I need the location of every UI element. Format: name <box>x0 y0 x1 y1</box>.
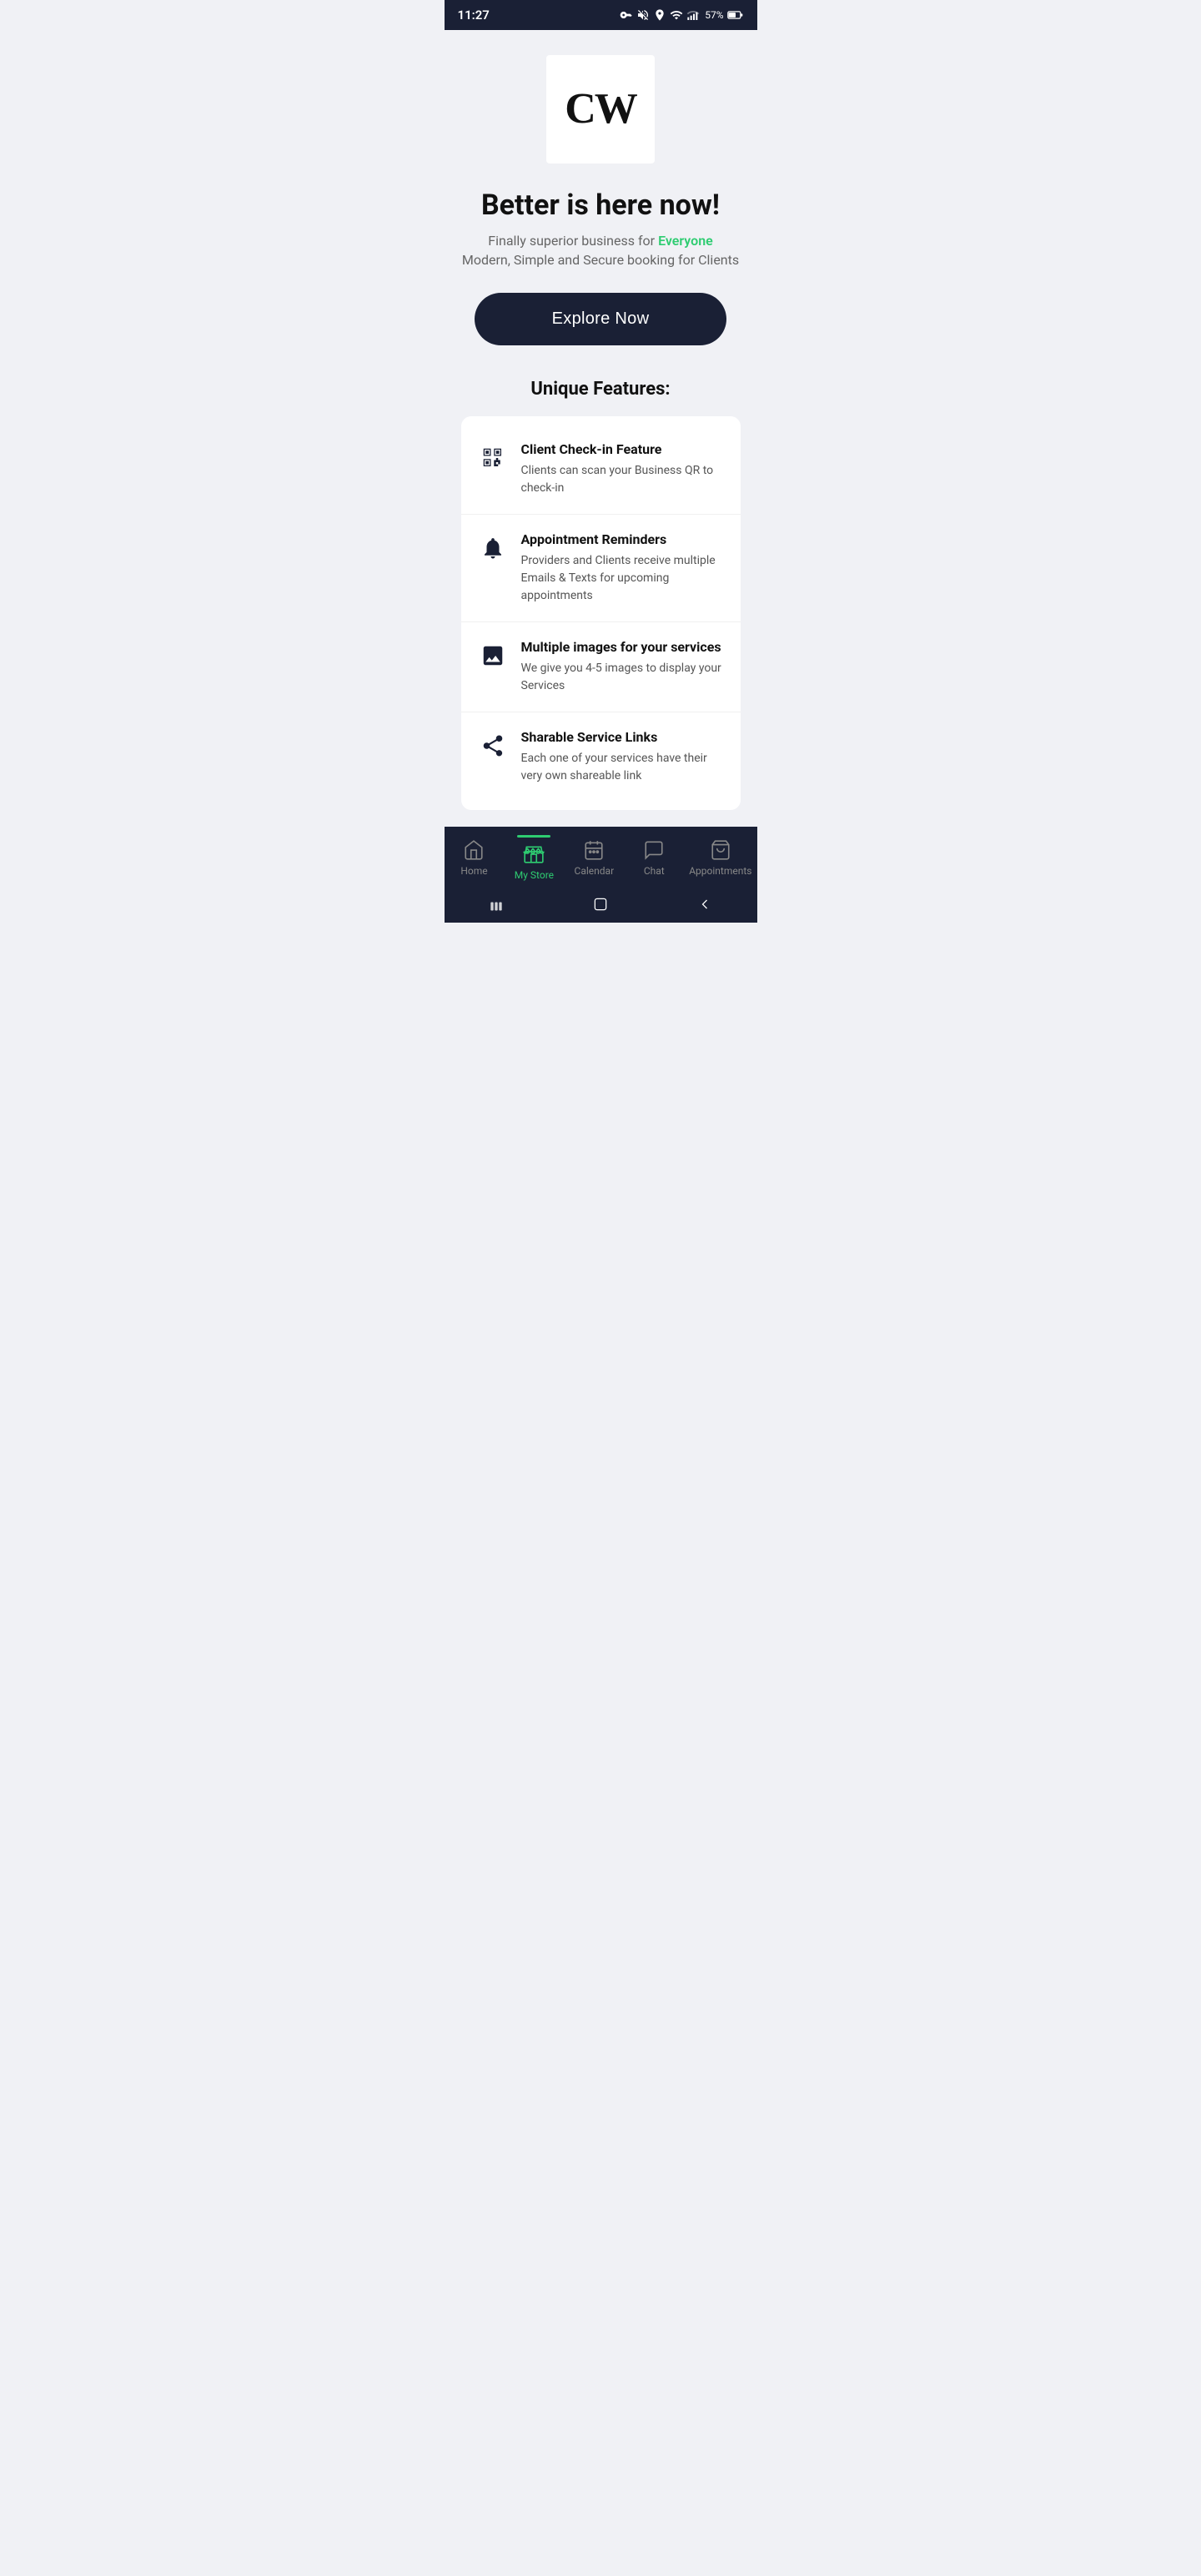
calendar-nav-icon <box>582 838 606 862</box>
feature-text-images: Multiple images for your services We giv… <box>521 639 724 695</box>
main-content: CW Better is here now! Finally superior … <box>445 30 757 827</box>
feature-text-reminders: Appointment Reminders Providers and Clie… <box>521 531 724 605</box>
qr-code-icon <box>478 443 508 473</box>
feature-desc-checkin: Clients can scan your Business QR to che… <box>521 462 724 497</box>
logo-text: CW <box>565 88 636 131</box>
explore-now-button[interactable]: Explore Now <box>475 293 726 345</box>
chat-nav-icon <box>642 838 666 862</box>
share-icon <box>478 731 508 761</box>
subtitle-plain: Finally superior business for <box>488 233 658 249</box>
recent-apps-button[interactable] <box>488 896 505 913</box>
feature-desc-images: We give you 4-5 images to display your S… <box>521 660 724 695</box>
mute-icon <box>636 8 650 22</box>
feature-desc-share: Each one of your services have their ver… <box>521 750 724 785</box>
home-button[interactable] <box>592 896 609 913</box>
hero-subtitle: Finally superior business for Everyone <box>488 233 712 249</box>
appointments-nav-icon <box>709 838 732 862</box>
nav-item-chat[interactable]: Chat <box>629 838 679 877</box>
app-logo: CW <box>546 55 655 164</box>
wifi-icon <box>670 8 683 22</box>
system-navigation <box>445 886 757 923</box>
active-indicator <box>517 835 550 838</box>
feature-name-checkin: Client Check-in Feature <box>521 441 724 457</box>
image-icon <box>478 641 508 671</box>
subtitle-highlight: Everyone <box>658 233 713 249</box>
nav-label-mystore: My Store <box>515 869 554 881</box>
hero-subtitle2: Modern, Simple and Secure booking for Cl… <box>462 252 739 268</box>
features-list: Client Check-in Feature Clients can scan… <box>461 416 741 810</box>
key-icon <box>620 8 633 22</box>
nav-label-calendar: Calendar <box>575 865 615 877</box>
nav-label-appointments: Appointments <box>689 865 751 877</box>
location-icon <box>653 8 666 22</box>
hero-title: Better is here now! <box>481 189 720 223</box>
bottom-navigation: Home My Store <box>445 827 757 886</box>
battery-icon <box>727 7 744 23</box>
status-icons: 57% <box>620 7 743 23</box>
feature-text-checkin: Client Check-in Feature Clients can scan… <box>521 441 724 497</box>
home-nav-icon <box>462 838 485 862</box>
feature-item-checkin: Client Check-in Feature Clients can scan… <box>461 425 741 515</box>
nav-item-calendar[interactable]: Calendar <box>569 838 619 877</box>
feature-item-share: Sharable Service Links Each one of your … <box>461 712 741 802</box>
feature-text-share: Sharable Service Links Each one of your … <box>521 729 724 785</box>
feature-desc-reminders: Providers and Clients receive multiple E… <box>521 552 724 605</box>
store-nav-icon <box>522 843 545 866</box>
bell-icon <box>478 533 508 563</box>
feature-item-images: Multiple images for your services We giv… <box>461 622 741 712</box>
battery-text: 57% <box>705 9 723 21</box>
feature-name-share: Sharable Service Links <box>521 729 724 745</box>
status-bar: 11:27 57% <box>445 0 757 30</box>
nav-item-home[interactable]: Home <box>449 838 499 877</box>
feature-item-reminders: Appointment Reminders Providers and Clie… <box>461 515 741 622</box>
feature-name-reminders: Appointment Reminders <box>521 531 724 547</box>
nav-label-home: Home <box>460 865 487 877</box>
nav-item-appointments[interactable]: Appointments <box>689 838 751 877</box>
feature-name-images: Multiple images for your services <box>521 639 724 655</box>
features-title: Unique Features: <box>530 379 670 400</box>
status-time: 11:27 <box>458 8 490 23</box>
nav-label-chat: Chat <box>644 865 665 877</box>
nav-item-mystore[interactable]: My Store <box>509 835 559 881</box>
back-button[interactable] <box>696 896 713 913</box>
signal-icon <box>686 8 700 22</box>
